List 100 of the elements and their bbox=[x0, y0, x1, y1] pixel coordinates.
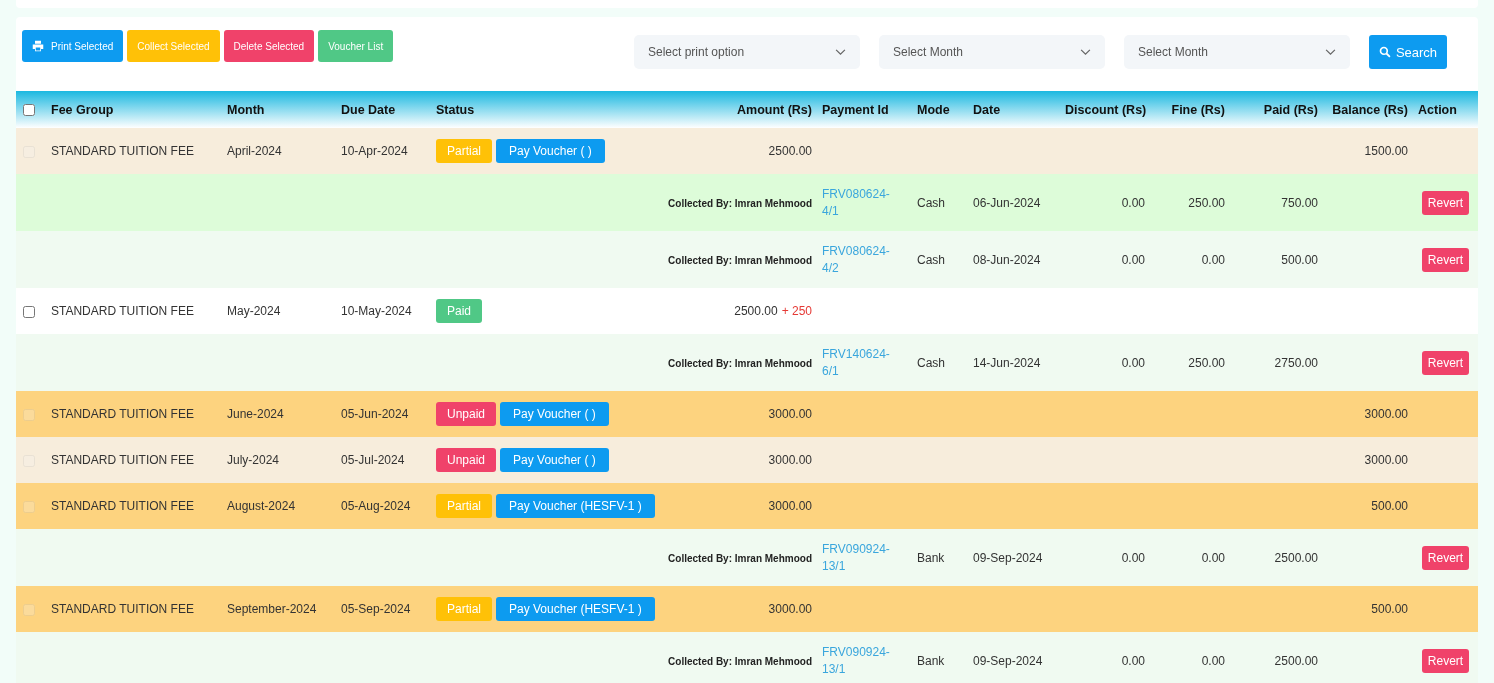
collected-by-text: Collected By: Imran Mehmood bbox=[668, 552, 812, 564]
column-header: Month bbox=[227, 102, 265, 117]
table-cell: 05-Jul-2024 bbox=[341, 453, 405, 467]
table-cell: 250.00 bbox=[1188, 355, 1225, 370]
table-cell: 250.00 bbox=[1188, 195, 1225, 210]
table-cell: 08-Jun-2024 bbox=[973, 252, 1041, 267]
amount-cell: 3000.00 bbox=[768, 453, 812, 467]
amount-cell: 3000.00 bbox=[768, 602, 812, 616]
search-icon bbox=[1378, 46, 1391, 58]
table-cell: 2500.00 bbox=[1274, 653, 1318, 668]
revert-button[interactable]: Revert bbox=[1421, 350, 1470, 375]
table-cell: 14-Jun-2024 bbox=[973, 355, 1041, 370]
column-header: Fine (Rs) bbox=[1171, 102, 1225, 117]
pay-voucher-button[interactable]: Pay Voucher ( ) bbox=[496, 139, 605, 163]
toolbar-button[interactable]: Print Selected bbox=[22, 30, 124, 62]
column-header: Mode bbox=[917, 102, 950, 117]
status-badge: Partial bbox=[436, 597, 492, 621]
revert-button[interactable]: Revert bbox=[1421, 545, 1470, 570]
status-badge: Unpaid bbox=[436, 402, 497, 426]
column-header: Due Date bbox=[341, 102, 396, 117]
table-cell: 10-May-2024 bbox=[341, 304, 412, 318]
status-badge: Partial bbox=[436, 494, 492, 518]
table-cell: 0.00 bbox=[1121, 355, 1145, 370]
collected-by-text: Collected By: Imran Mehmood bbox=[668, 254, 812, 266]
table-cell: September-2024 bbox=[227, 602, 317, 616]
toolbar-button[interactable]: Delete Selected bbox=[223, 30, 315, 62]
table-cell: 0.00 bbox=[1121, 195, 1145, 210]
table-cell: 09-Sep-2024 bbox=[973, 653, 1043, 668]
select-field[interactable]: Select print option bbox=[634, 35, 860, 69]
select-all-checkbox[interactable] bbox=[23, 104, 35, 117]
column-header: Paid (Rs) bbox=[1263, 102, 1318, 117]
table-cell: 3000.00 bbox=[1364, 453, 1408, 467]
table-cell: Cash bbox=[917, 355, 945, 370]
revert-button[interactable]: Revert bbox=[1421, 247, 1470, 272]
payment-id-link[interactable]: FRV140624-6/1 bbox=[822, 345, 900, 380]
table-cell: 2750.00 bbox=[1274, 355, 1318, 370]
revert-button[interactable]: Revert bbox=[1421, 190, 1470, 215]
collected-by-text: Collected By: Imran Mehmood bbox=[668, 655, 812, 667]
chevron-down-icon bbox=[1080, 48, 1091, 56]
chevron-down-icon bbox=[835, 48, 846, 56]
pay-voucher-button[interactable]: Pay Voucher (HESFV-1 ) bbox=[496, 597, 655, 621]
toolbar-button[interactable]: Voucher List bbox=[318, 30, 394, 62]
table-cell: 05-Aug-2024 bbox=[341, 499, 411, 513]
column-header: Fee Group bbox=[51, 102, 114, 117]
table-cell: Bank bbox=[917, 550, 945, 565]
table-cell: August-2024 bbox=[227, 499, 296, 513]
table-cell: STANDARD TUITION FEE bbox=[51, 144, 194, 158]
payment-id-link[interactable]: FRV080624-4/2 bbox=[822, 242, 900, 277]
table-cell: STANDARD TUITION FEE bbox=[51, 602, 194, 616]
table-cell: Cash bbox=[917, 195, 945, 210]
select-field[interactable]: Select Month bbox=[1124, 35, 1350, 69]
status-badge: Partial bbox=[436, 139, 492, 163]
row-checkbox[interactable] bbox=[23, 305, 35, 318]
table-cell: June-2024 bbox=[227, 407, 284, 421]
table-cell: STANDARD TUITION FEE bbox=[51, 304, 194, 318]
table-cell: STANDARD TUITION FEE bbox=[51, 499, 194, 513]
collected-by-text: Collected By: Imran Mehmood bbox=[668, 357, 812, 369]
amount-cell: 3000.00 bbox=[768, 499, 812, 513]
column-header: Amount (Rs) bbox=[737, 102, 812, 117]
table-cell: Cash bbox=[917, 252, 945, 267]
column-header: Action bbox=[1418, 102, 1457, 117]
column-header: Payment Id bbox=[822, 102, 889, 117]
amount-cell: 3000.00 bbox=[768, 407, 812, 421]
table-cell: May-2024 bbox=[227, 304, 281, 318]
table-cell: 500.00 bbox=[1371, 602, 1408, 616]
table-cell: 2500.00 bbox=[1274, 550, 1318, 565]
table-cell: 750.00 bbox=[1281, 195, 1318, 210]
printer-icon bbox=[32, 40, 44, 52]
pay-voucher-button[interactable]: Pay Voucher ( ) bbox=[500, 402, 609, 426]
table-cell: 09-Sep-2024 bbox=[973, 550, 1043, 565]
table-cell: 06-Jun-2024 bbox=[973, 195, 1041, 210]
table-cell: 10-Apr-2024 bbox=[341, 144, 408, 158]
pay-voucher-button[interactable]: Pay Voucher (HESFV-1 ) bbox=[496, 494, 655, 518]
column-header: Discount (Rs) bbox=[1065, 102, 1147, 117]
table-cell: 05-Jun-2024 bbox=[341, 407, 409, 421]
search-button[interactable]: Search bbox=[1369, 35, 1447, 69]
payment-id-link[interactable]: FRV090924-13/1 bbox=[822, 643, 900, 678]
table-cell: STANDARD TUITION FEE bbox=[51, 407, 194, 421]
toolbar-button[interactable]: Collect Selected bbox=[127, 30, 220, 62]
revert-button[interactable]: Revert bbox=[1421, 648, 1470, 673]
column-header: Status bbox=[436, 102, 475, 117]
table-cell: 0.00 bbox=[1121, 252, 1145, 267]
table-cell: 05-Sep-2024 bbox=[341, 602, 411, 616]
table-cell: 3000.00 bbox=[1364, 407, 1408, 421]
column-header: Date bbox=[973, 102, 1001, 117]
table-cell: 0.00 bbox=[1121, 653, 1145, 668]
table-cell: 0.00 bbox=[1201, 252, 1225, 267]
table-cell: STANDARD TUITION FEE bbox=[51, 453, 194, 467]
select-field[interactable]: Select Month bbox=[879, 35, 1105, 69]
table-cell: April-2024 bbox=[227, 144, 282, 158]
pay-voucher-button[interactable]: Pay Voucher ( ) bbox=[500, 448, 609, 472]
amount-cell: 2500.00 bbox=[768, 144, 812, 158]
table-cell: 500.00 bbox=[1371, 499, 1408, 513]
table-cell: July-2024 bbox=[227, 453, 280, 467]
payment-id-link[interactable]: FRV080624-4/1 bbox=[822, 185, 900, 220]
table-cell: Bank bbox=[917, 653, 945, 668]
column-header: Balance (Rs) bbox=[1332, 102, 1408, 117]
table-cell: 0.00 bbox=[1121, 550, 1145, 565]
chevron-down-icon bbox=[1325, 48, 1336, 56]
payment-id-link[interactable]: FRV090924-13/1 bbox=[822, 540, 900, 575]
